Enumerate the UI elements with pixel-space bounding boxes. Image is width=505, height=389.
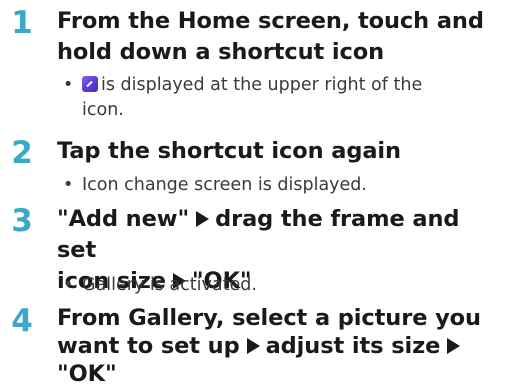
step-1-note: • is displayed at the upper right of the…	[63, 73, 503, 123]
step-title-line: "OK"	[57, 361, 117, 387]
step-title-line: want to set up adjust its size	[57, 332, 497, 360]
note-text: Icon change screen is displayed.	[82, 175, 367, 195]
step-number: 2	[11, 135, 33, 171]
step-title: Tap the shortcut icon again	[57, 136, 497, 167]
step-title-line: hold down a shortcut icon	[57, 39, 385, 65]
step-3-note: • Gallery is activated.	[63, 273, 503, 298]
arrow-right-icon	[196, 211, 210, 227]
note-text: is displayed at the upper right of the i…	[63, 73, 503, 123]
step-number: 3	[11, 203, 33, 239]
title-segment: "Add new"	[57, 206, 190, 232]
note-line: icon.	[82, 100, 124, 120]
bullet: •	[63, 175, 74, 195]
note-line: is displayed at the upper right of the	[101, 75, 423, 95]
instruction-page: 1 From the Home screen, touch and hold d…	[0, 0, 505, 389]
step-title-line: "Add new" drag the frame and set	[57, 204, 497, 266]
step-title-line: From the Home screen, touch and	[57, 8, 484, 34]
bullet: •	[63, 275, 74, 295]
step-number: 1	[11, 5, 33, 41]
step-title-line: Tap the shortcut icon again	[57, 138, 401, 164]
step-title-line: From Gallery, select a picture you	[57, 305, 481, 331]
note-text: Gallery is activated.	[82, 275, 257, 295]
bullet: •	[63, 75, 74, 95]
edit-badge-icon	[82, 76, 98, 92]
title-segment: adjust its size	[265, 333, 441, 359]
title-segment: want to set up	[57, 333, 240, 359]
step-number: 4	[11, 303, 33, 339]
arrow-right-icon	[246, 338, 260, 354]
arrow-right-icon	[447, 338, 461, 354]
step-title: From the Home screen, touch and hold dow…	[57, 6, 497, 68]
step-title: From Gallery, select a picture you want …	[57, 304, 497, 388]
step-2-note: • Icon change screen is displayed.	[63, 173, 503, 198]
